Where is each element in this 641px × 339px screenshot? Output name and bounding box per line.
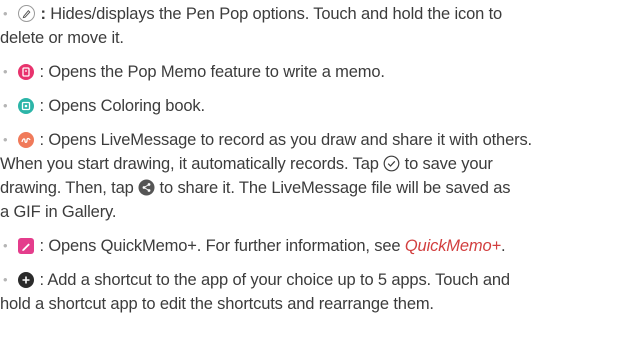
item-line: Opens QuickMemo+. For further informatio… — [48, 237, 401, 255]
item-line: to share it. The LiveMessage file will b… — [159, 179, 511, 197]
item-text: : Opens QuickMemo+. For further informat… — [18, 234, 637, 258]
quickmemo-link[interactable]: QuickMemo+ — [405, 237, 501, 255]
item-line: When you start drawing, it automatically… — [0, 155, 379, 173]
item-line: drawing. Then, tap — [0, 179, 134, 197]
item-text: : Opens the Pop Memo feature to write a … — [18, 60, 637, 84]
item-text: : Hides/displays the Pen Pop options. To… — [0, 2, 637, 50]
item-line: Hides/displays the Pen Pop options. Touc… — [50, 5, 503, 23]
pen-pop-icon — [18, 5, 35, 22]
item-text: : Add a shortcut to the app of your choi… — [0, 268, 637, 316]
livemessage-icon — [18, 132, 34, 148]
item-line: Opens the Pop Memo feature to write a me… — [48, 63, 385, 81]
item-text: : Opens Coloring book. — [18, 94, 637, 118]
separator: : — [39, 63, 44, 81]
separator: : — [40, 5, 46, 23]
pop-memo-icon — [18, 64, 34, 80]
item-line: Add a shortcut to the app of your choice… — [47, 271, 510, 289]
bullet: • — [3, 6, 8, 21]
item-line: to save your — [404, 155, 493, 173]
share-icon — [138, 179, 155, 196]
item-line: hold a shortcut app to edit the shortcut… — [0, 295, 434, 313]
bullet: • — [3, 132, 8, 147]
pen-pop-options-list: • : Hides/displays the Pen Pop options. … — [0, 0, 641, 339]
quickmemo-icon — [18, 238, 34, 254]
item-line: a GIF in Gallery. — [0, 203, 117, 221]
item-line-end: . — [501, 237, 506, 255]
item-text: : Opens LiveMessage to record as you dra… — [0, 128, 637, 224]
item-line: Opens LiveMessage to record as you draw … — [48, 131, 532, 149]
checkmark-circle-icon — [383, 155, 400, 172]
bullet: • — [3, 98, 8, 113]
separator: : — [39, 131, 44, 149]
bullet: • — [3, 272, 8, 287]
separator: : — [39, 97, 44, 115]
separator: : — [39, 271, 44, 289]
bullet: • — [3, 238, 8, 253]
coloring-book-icon — [18, 98, 34, 114]
item-line: Opens Coloring book. — [48, 97, 205, 115]
separator: : — [39, 237, 44, 255]
add-shortcut-icon — [18, 272, 34, 288]
item-line: delete or move it. — [0, 29, 124, 47]
bullet: • — [3, 64, 8, 79]
